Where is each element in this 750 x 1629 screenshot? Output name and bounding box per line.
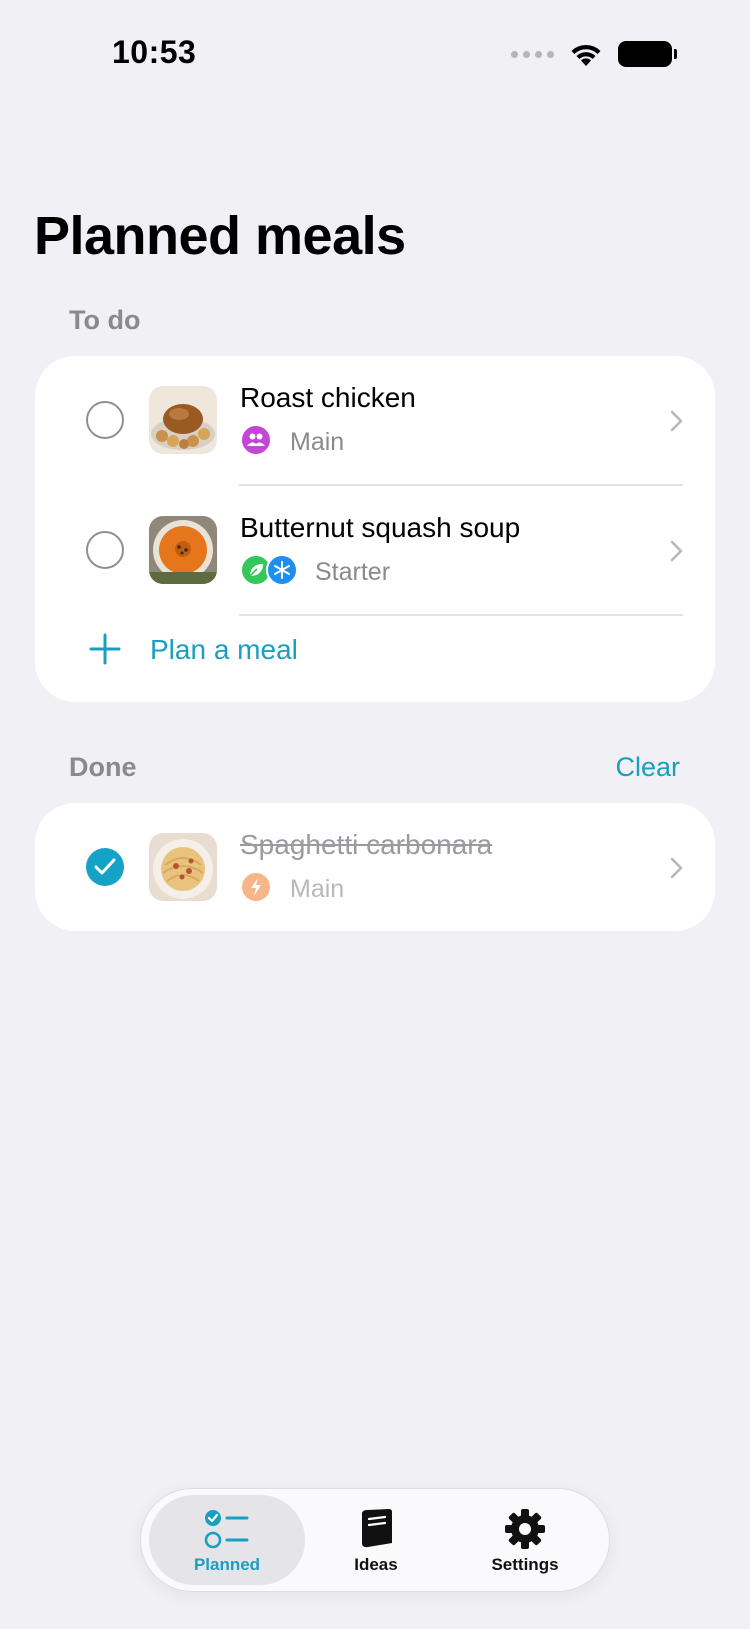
- plan-meal-label: Plan a meal: [150, 634, 298, 665]
- meal-name: Butternut squash soup: [240, 512, 521, 543]
- todo-section-label: To do: [69, 305, 141, 335]
- chevron-right-icon: [670, 410, 683, 432]
- category-icons: [240, 554, 298, 586]
- tab-label: Ideas: [354, 1555, 398, 1574]
- signal-dots-icon: [511, 50, 554, 58]
- clear-button[interactable]: Clear: [615, 752, 680, 783]
- category-icons: [240, 424, 272, 456]
- tab-label: Planned: [193, 1555, 261, 1574]
- chevron-right-icon: [670, 540, 683, 562]
- plus-icon: [89, 633, 121, 665]
- checklist-icon: [204, 1510, 249, 1549]
- book-icon: [362, 1509, 392, 1548]
- tab-bar: Planned Ideas Settings: [140, 1488, 610, 1592]
- status-time: 10:53: [112, 34, 197, 70]
- meal-category: Starter: [315, 558, 391, 586]
- people-icon: [240, 424, 272, 456]
- meal-row-roast-chicken[interactable]: Roast chicken Main: [35, 356, 715, 486]
- tab-settings[interactable]: Settings: [447, 1495, 603, 1585]
- checkbox-checked[interactable]: [86, 848, 124, 886]
- meal-thumbnail: [149, 386, 217, 454]
- meal-thumbnail: [149, 833, 217, 901]
- tab-planned[interactable]: Planned: [149, 1495, 305, 1585]
- checkmark-icon: [94, 858, 116, 875]
- status-icons: [511, 40, 677, 68]
- done-section-label: Done: [69, 752, 137, 782]
- battery-icon: [618, 41, 677, 67]
- planned-meals-screen: 10:53 Planned meals To do Roast chicken …: [0, 0, 750, 1629]
- category-icons: [240, 871, 272, 903]
- meal-category: Main: [290, 875, 345, 903]
- meal-row-spaghetti-carbonara[interactable]: Spaghetti carbonara Main: [35, 803, 715, 931]
- chevron-right-icon: [670, 857, 683, 879]
- snowflake-icon: [266, 554, 298, 586]
- todo-card: Roast chicken Main Butternut squash soup…: [35, 356, 715, 702]
- lightning-icon: [240, 871, 272, 903]
- checkbox[interactable]: [86, 401, 124, 439]
- meal-name: Roast chicken: [240, 382, 416, 413]
- gear-icon: [505, 1509, 545, 1549]
- plan-meal-button[interactable]: Plan a meal: [35, 614, 715, 690]
- page-title: Planned meals: [34, 206, 406, 266]
- meal-row-butternut-squash-soup[interactable]: Butternut squash soup Starter: [35, 486, 715, 616]
- checkbox[interactable]: [86, 531, 124, 569]
- done-card: Spaghetti carbonara Main: [35, 803, 715, 931]
- tab-ideas[interactable]: Ideas: [298, 1495, 454, 1585]
- tab-label: Settings: [491, 1555, 559, 1574]
- meal-thumbnail: [149, 516, 217, 584]
- meal-name: Spaghetti carbonara: [240, 829, 493, 860]
- wifi-icon: [571, 44, 601, 66]
- meal-category: Main: [290, 428, 345, 456]
